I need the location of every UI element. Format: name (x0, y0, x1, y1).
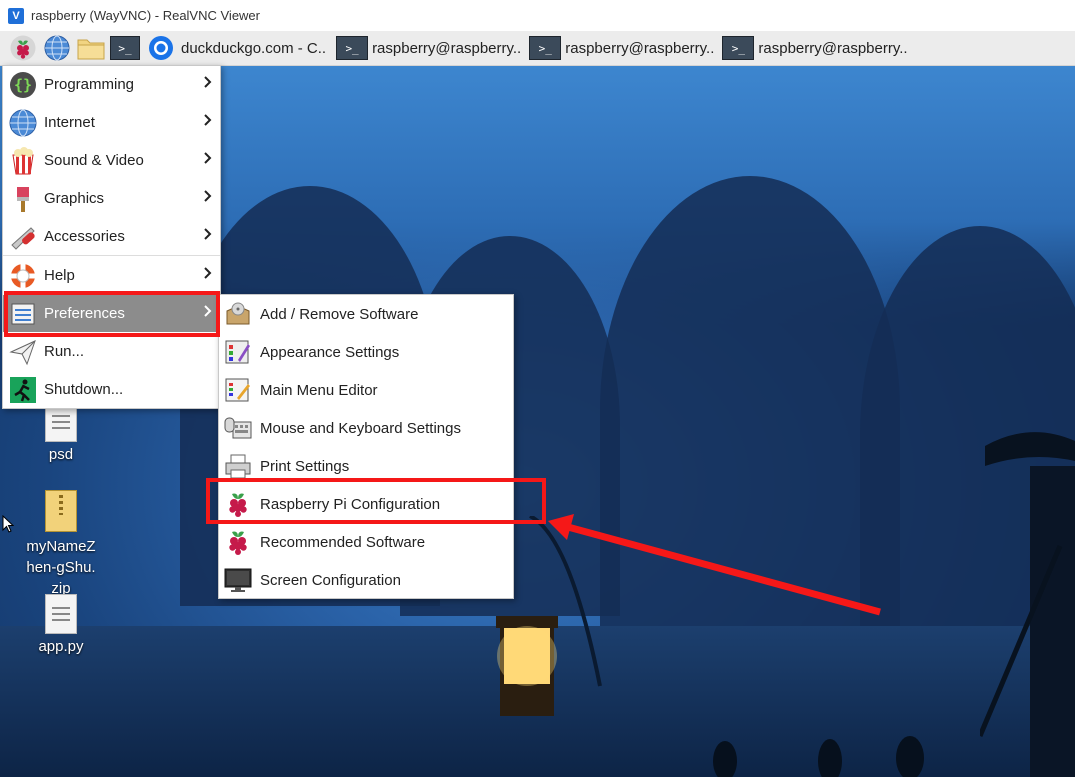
menu-item-label: Run... (44, 343, 85, 360)
desktop-icon-zip[interactable]: myNameZhen-gShu.zip (11, 490, 111, 599)
desktop-icon-psd[interactable]: psd (11, 402, 111, 463)
menu-item-label: Shutdown... (44, 381, 124, 398)
submenu-item-screen-configuration[interactable]: Screen Configuration (219, 561, 513, 599)
printer-icon (224, 452, 252, 480)
menu-item-accessories[interactable]: Accessories (3, 218, 220, 255)
main-menu: {} Programming Internet Sound & Video Gr… (2, 65, 221, 409)
menu-item-programming[interactable]: {} Programming (3, 66, 220, 103)
submenu-item-label: Main Menu Editor (260, 381, 378, 399)
submenu-item-mouse-keyboard-settings[interactable]: Mouse and Keyboard Settings (219, 409, 513, 447)
task-terminal-2[interactable]: >_ raspberry@raspberry.. (529, 33, 714, 63)
highlight-box-raspberry-pi-configuration (206, 478, 546, 524)
menu-item-run[interactable]: Run... (3, 333, 220, 370)
submenu-item-recommended-software[interactable]: Recommended Software (219, 523, 513, 561)
task-label: raspberry@raspberry.. (372, 39, 522, 57)
menu-item-sound-video[interactable]: Sound & Video (3, 142, 220, 179)
submenu-item-label: Mouse and Keyboard Settings (260, 419, 461, 437)
raspberry-menu-button[interactable] (8, 33, 38, 63)
browser-icon (149, 36, 173, 60)
text-file-icon (45, 594, 77, 634)
wallpaper-fisherman (980, 432, 1075, 777)
menu-item-label: Accessories (44, 228, 125, 245)
task-terminal-1[interactable]: >_ raspberry@raspberry.. (336, 33, 521, 63)
terminal-icon: >_ (110, 36, 140, 60)
task-browser[interactable]: duckduckgo.com - C.. (148, 33, 326, 63)
menu-item-label: Sound & Video (44, 152, 144, 169)
preferences-submenu: Add / Remove Software Appearance Setting… (218, 294, 514, 599)
swiss-knife-icon (9, 223, 37, 251)
desktop-icon-app-py[interactable]: app.py (11, 594, 111, 655)
appearance-icon (224, 338, 252, 366)
chevron-right-icon (204, 190, 212, 202)
submenu-item-appearance-settings[interactable]: Appearance Settings (219, 333, 513, 371)
menu-item-internet[interactable]: Internet (3, 104, 220, 141)
realvnc-icon: V (8, 7, 24, 24)
keyboard-mouse-icon (224, 414, 252, 442)
terminal-launcher[interactable]: >_ (110, 33, 140, 63)
desktop-icon-label: psd (48, 446, 74, 463)
zip-file-icon (45, 490, 77, 532)
chevron-right-icon (204, 152, 212, 164)
popcorn-icon (9, 146, 37, 175)
window-title: raspberry (WayVNC) - RealVNC Viewer (31, 8, 260, 23)
chevron-right-icon (204, 76, 212, 88)
programming-icon: {} (9, 71, 37, 99)
paper-plane-icon (9, 338, 37, 366)
package-icon (224, 300, 252, 328)
submenu-item-label: Print Settings (260, 457, 350, 475)
menu-item-label: Help (44, 267, 75, 284)
menu-item-label: Graphics (44, 190, 105, 207)
menu-separator (3, 255, 220, 256)
globe-icon (44, 35, 70, 61)
wallpaper-karst-hill (600, 176, 900, 646)
task-label: raspberry@raspberry.. (565, 39, 715, 57)
lifebuoy-icon (9, 262, 37, 290)
submenu-item-main-menu-editor[interactable]: Main Menu Editor (219, 371, 513, 409)
menu-item-graphics[interactable]: Graphics (3, 180, 220, 217)
globe-icon (9, 109, 37, 137)
desktop-icon-label: myNameZhen-gShu.zip (26, 538, 96, 597)
terminal-icon: >_ (336, 36, 369, 60)
submenu-item-label: Recommended Software (260, 533, 426, 551)
desktop-icon-label: app.py (38, 638, 84, 655)
chevron-right-icon (204, 267, 212, 279)
menu-item-label: Programming (44, 76, 135, 93)
task-terminal-3[interactable]: >_ raspberry@raspberry.. (722, 33, 908, 63)
monitor-icon (224, 566, 252, 594)
taskbar: >_ duckduckgo.com - C.. >_ raspberry@ras… (0, 31, 1075, 66)
chevron-right-icon (204, 228, 212, 240)
task-label: raspberry@raspberry.. (758, 39, 908, 57)
svg-text:{}: {} (14, 76, 32, 94)
task-label: duckduckgo.com - C.. (181, 39, 327, 57)
paintbrush-icon (9, 185, 37, 213)
chevron-right-icon (204, 114, 212, 126)
submenu-item-label: Appearance Settings (260, 343, 400, 361)
highlight-box-preferences (4, 291, 220, 337)
raspberry-icon (224, 528, 252, 556)
submenu-item-label: Screen Configuration (260, 571, 401, 589)
terminal-icon: >_ (722, 36, 755, 60)
wallpaper-cormorants (713, 736, 924, 777)
web-browser-launcher[interactable] (42, 33, 72, 63)
mouse-cursor-icon (2, 515, 14, 533)
menu-editor-icon (224, 376, 252, 404)
folder-icon (77, 39, 105, 60)
window-titlebar: V raspberry (WayVNC) - RealVNC Viewer (0, 0, 1075, 32)
submenu-item-label: Add / Remove Software (260, 305, 419, 323)
file-manager-launcher[interactable] (76, 33, 106, 63)
menu-item-label: Internet (44, 114, 95, 131)
terminal-icon: >_ (529, 36, 562, 60)
raspberry-icon (10, 35, 36, 61)
exit-icon (9, 376, 37, 404)
menu-item-help[interactable]: Help (3, 257, 220, 294)
menu-item-shutdown[interactable]: Shutdown... (3, 371, 220, 408)
submenu-item-add-remove-software[interactable]: Add / Remove Software (219, 295, 513, 333)
